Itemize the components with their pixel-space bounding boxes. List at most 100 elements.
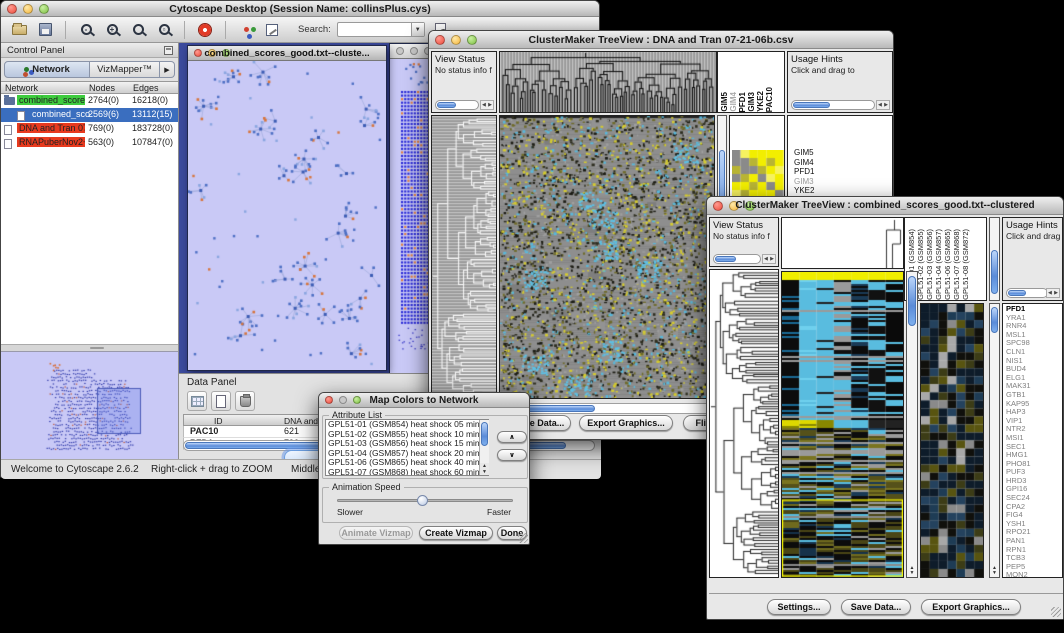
export-graphics-button[interactable]: Export Graphics... (921, 599, 1021, 615)
tab-vizmapper[interactable]: VizMapper™ (90, 61, 160, 78)
scroll-arrows[interactable]: ◀▶ (1046, 288, 1060, 298)
tab-network[interactable]: Network (4, 61, 90, 78)
treeview2-view-status-panel: View Status No status info f ◀▶ (709, 217, 779, 267)
control-panel-tabs: Network VizMapper™ ▶ (4, 61, 176, 78)
gene-label[interactable]: GIM4 (794, 158, 819, 168)
zoom-selected-icon[interactable] (128, 20, 148, 40)
treeview1-titlebar[interactable]: ClusterMaker TreeView : DNA and Tran 07-… (429, 31, 893, 49)
column-label[interactable]: PFD1 (738, 92, 747, 112)
network-window-title: combined_scores_good.txt--cluste... (188, 48, 386, 59)
treeview2-row-dendrogram[interactable] (709, 269, 779, 578)
desktop: Cytoscape Desktop (Session Name: collins… (0, 0, 1064, 633)
treeview2-window: ClusterMaker TreeView : combined_scores_… (706, 196, 1064, 620)
treeview1-mini-matrix[interactable] (732, 150, 784, 198)
hscrollbar[interactable] (435, 100, 479, 110)
scroll-arrows[interactable]: ◀▶ (762, 254, 776, 264)
treeview1-view-status-panel: View Status No status info f ◀▶ (431, 51, 497, 113)
network-table-row[interactable]: DNA and Tran 07 769(0) 183728(0) (1, 122, 178, 136)
network-overview-panel[interactable] (1, 351, 178, 459)
column-label[interactable]: GIM5 (720, 92, 729, 112)
search-input[interactable]: ▼ (337, 22, 425, 37)
settings-button[interactable]: Settings... (767, 599, 831, 615)
network-table-row[interactable]: combined_scores 2764(0) 16218(0) (1, 94, 178, 108)
treeview1-row-dendrogram[interactable] (431, 115, 497, 399)
delete-attribute-button[interactable] (235, 391, 255, 411)
network-window-titlebar[interactable]: combined_scores_good.txt--cluste... (188, 46, 386, 61)
treeview2-heatmap[interactable] (781, 271, 904, 578)
vizmapper-icon[interactable] (236, 20, 256, 40)
move-down-button[interactable]: ∨ (497, 449, 527, 461)
scroll-arrows[interactable]: ◀▶ (480, 100, 494, 110)
column-label[interactable]: GPL51-08 (GSM872) (961, 229, 970, 300)
network-tab-icon (24, 67, 29, 72)
chevron-down-icon[interactable]: ▼ (411, 23, 424, 36)
network-row-icon (4, 97, 15, 105)
data-panel-title: Data Panel (187, 377, 236, 388)
treeview2-labels-vscrollbar[interactable] (989, 217, 1000, 301)
tab-overflow-button[interactable]: ▶ (160, 61, 175, 78)
zoom-out-icon[interactable]: - (76, 20, 96, 40)
gene-label[interactable]: GIM3 (794, 177, 819, 187)
close-icon[interactable] (396, 47, 404, 55)
speed-slider-thumb[interactable] (417, 495, 428, 506)
attribute-list-item[interactable]: GPL51-07 (GSM868) heat shock 60 min (326, 468, 488, 477)
column-label[interactable]: GPL51-04 (GSM857) (934, 229, 943, 300)
minimize-icon[interactable] (410, 47, 418, 55)
resize-grip[interactable] (1051, 607, 1061, 617)
dialog-titlebar[interactable]: Map Colors to Network (319, 393, 529, 408)
treeview1-hscrollbar[interactable] (499, 403, 715, 414)
column-label[interactable]: GPL51-03 (GSM856) (925, 229, 934, 300)
column-label[interactable]: GPL51-07 (GSM868) (952, 229, 961, 300)
zoom-fit-icon[interactable]: ▫ (154, 20, 174, 40)
main-title-bar[interactable]: Cytoscape Desktop (Session Name: collins… (1, 1, 599, 17)
attribute-select-button[interactable] (187, 391, 207, 411)
network-table-row[interactable]: RNAPuberNov2+ 563(0) 107847(0) (1, 136, 178, 150)
animate-vizmap-button[interactable]: Animate Vizmap (339, 526, 413, 540)
new-attribute-button[interactable] (211, 391, 231, 411)
create-vizmap-button[interactable]: Create Vizmap (419, 526, 493, 540)
attribute-listbox[interactable]: GPL51-01 (GSM854) heat shock 05 minGPL51… (325, 419, 489, 476)
column-label[interactable]: YKE2 (756, 91, 765, 112)
zoom-in-icon[interactable]: + (102, 20, 122, 40)
save-icon[interactable] (35, 20, 55, 40)
column-label[interactable]: GIM4 (729, 92, 738, 112)
network-overview-canvas[interactable] (5, 354, 173, 458)
treeview1-heatmap[interactable] (499, 115, 715, 399)
annotation-icon[interactable] (262, 20, 282, 40)
save-data-button[interactable]: Save Data... (841, 599, 911, 615)
float-panel-icon[interactable] (164, 46, 173, 55)
listbox-vscrollbar[interactable]: ▲▼ (479, 420, 489, 475)
help-lifering-icon[interactable] (195, 20, 215, 40)
treeview1-column-labels: GIM5GIM4PFD1GIM3YKE2PAC10 (717, 51, 785, 113)
treeview2-titlebar[interactable]: ClusterMaker TreeView : combined_scores_… (707, 197, 1063, 215)
hscrollbar[interactable] (713, 254, 761, 264)
treeview2-zoom-heatmap[interactable] (920, 303, 984, 578)
resize-grip[interactable] (518, 533, 528, 543)
column-label[interactable]: GIM3 (747, 92, 756, 112)
hscrollbar[interactable] (791, 100, 875, 110)
hscrollbar[interactable] (1006, 288, 1048, 298)
animation-speed-label: Animation Speed (329, 482, 404, 492)
move-up-button[interactable]: ∧ (497, 431, 527, 443)
export-graphics-button[interactable]: Export Graphics... (579, 415, 673, 431)
treeview1-usage-hints-panel: Usage Hints Click and drag to ◀▶ (787, 51, 893, 113)
scroll-arrows[interactable]: ◀▶ (876, 100, 890, 110)
open-file-icon[interactable] (9, 20, 29, 40)
control-panel-header: Control Panel (1, 43, 178, 58)
gene-label[interactable]: YKE2 (794, 186, 819, 196)
gene-label[interactable]: GIM5 (794, 148, 819, 158)
treeview2-heatmap-vscrollbar[interactable]: ▲▼ (906, 271, 918, 578)
treeview1-column-dendrogram[interactable] (499, 51, 717, 113)
search-value[interactable] (338, 23, 411, 36)
treeview2-column-dendrogram[interactable] (781, 217, 904, 269)
network-table-row[interactable]: combined_sco 2569(6) 13112(15) (1, 108, 178, 122)
gene-label[interactable]: MON2 (1006, 571, 1062, 578)
column-label[interactable]: GPL51-06 (GSM865) (943, 229, 952, 300)
gene-label[interactable]: PFD1 (794, 167, 819, 177)
treeview2-genes-vscrollbar[interactable]: ▲▼ (989, 303, 1000, 578)
network-window-active[interactable]: combined_scores_good.txt--cluste... (187, 45, 387, 371)
network-view-canvas-1[interactable] (188, 61, 386, 370)
network-row-icon (4, 139, 12, 149)
faster-label: Faster (487, 507, 511, 517)
column-label[interactable]: PAC10 (765, 87, 774, 112)
